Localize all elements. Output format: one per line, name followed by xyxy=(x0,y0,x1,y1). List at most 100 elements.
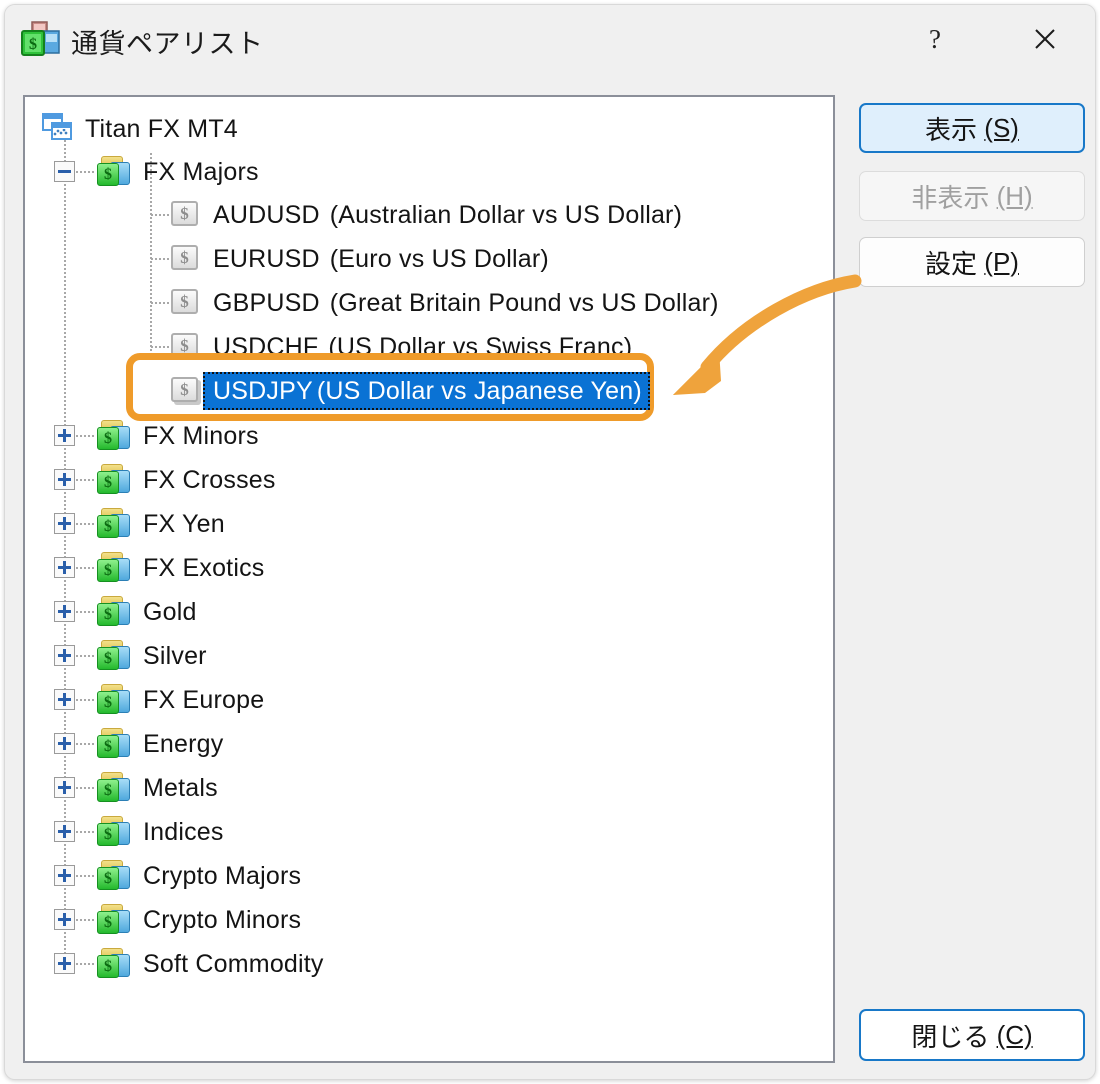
hide-button-label: 非表示 xyxy=(911,182,990,213)
tree-node-label: FX Exotics xyxy=(143,553,265,582)
tree-node-label: FX Europe xyxy=(143,685,265,714)
tree-guide-line xyxy=(151,302,169,304)
tree-item-gbpusd[interactable]: $ GBPUSD (Great Britain Pound vs US Doll… xyxy=(169,281,719,325)
tree-guide-line xyxy=(76,435,94,437)
expander-silver[interactable] xyxy=(54,645,75,666)
tree-guide-line xyxy=(64,137,66,969)
expander-fx-exotics[interactable] xyxy=(54,557,75,578)
tree-guide-line xyxy=(76,567,94,569)
tree-node-crypto-majors[interactable]: $ Crypto Majors xyxy=(95,854,301,898)
hide-button[interactable]: 非表示 (H) xyxy=(859,171,1085,221)
selected-symbol-row[interactable]: USDJPY (US Dollar vs Japanese Yen) xyxy=(203,372,650,410)
tree-node-metals[interactable]: $ Metals xyxy=(95,766,218,810)
tree-item-eurusd[interactable]: $ EURUSD (Euro vs US Dollar) xyxy=(169,237,549,281)
close-icon xyxy=(1035,29,1055,49)
folder-money-icon: $ xyxy=(95,596,133,628)
tree-guide-line xyxy=(76,875,94,877)
tree-node-soft-commodity[interactable]: $ Soft Commodity xyxy=(95,942,324,986)
tree-node-gold[interactable]: $ Gold xyxy=(95,590,197,634)
svg-text:$: $ xyxy=(29,36,37,53)
expander-soft-commodity[interactable] xyxy=(54,953,75,974)
symbol-code: EURUSD xyxy=(213,244,320,273)
settings-button-label: 設定 xyxy=(925,248,978,279)
close-dialog-label: 閉じる xyxy=(911,1021,990,1052)
tree-node-label: Metals xyxy=(143,773,218,802)
show-button-accel: (S) xyxy=(984,112,1019,143)
folder-money-icon: $ xyxy=(95,948,133,980)
tree-node-fx-yen[interactable]: $ FX Yen xyxy=(95,502,225,546)
folder-money-icon: $ xyxy=(95,640,133,672)
tree-node-label: Crypto Majors xyxy=(143,861,302,890)
tree-node-label: FX Minors xyxy=(143,421,259,450)
folder-money-icon: $ xyxy=(95,552,133,584)
tree-node-fx-europe[interactable]: $ FX Europe xyxy=(95,678,264,722)
symbol-description: (Australian Dollar vs US Dollar) xyxy=(329,200,683,229)
tree-node-label: Soft Commodity xyxy=(143,949,324,978)
expander-fx-minors[interactable] xyxy=(54,425,75,446)
tree-guide-line xyxy=(76,171,94,173)
expander-fx-majors[interactable] xyxy=(54,161,75,182)
window-title: 通貨ペアリスト xyxy=(71,29,264,59)
currency-pair-list-dialog: $ 通貨ペアリスト ? Titan FX MT4 $ FX Majors $ A… xyxy=(4,4,1096,1080)
chart-windows-icon xyxy=(41,113,75,145)
expander-crypto-minors[interactable] xyxy=(54,909,75,930)
tree-node-label: FX Yen xyxy=(143,509,225,538)
tree-guide-line xyxy=(76,963,94,965)
tree-guide-line xyxy=(76,699,94,701)
tree-node-label: FX Crosses xyxy=(143,465,276,494)
tree-guide-line xyxy=(76,743,94,745)
tree-node-fx-majors[interactable]: $ FX Majors xyxy=(95,150,259,194)
folder-money-icon: $ xyxy=(95,728,133,760)
expander-metals[interactable] xyxy=(54,777,75,798)
tree-guide-line xyxy=(76,655,94,657)
tree-node-energy[interactable]: $ Energy xyxy=(95,722,223,766)
expander-crypto-majors[interactable] xyxy=(54,865,75,886)
tree-guide-line xyxy=(76,611,94,613)
symbol-code: USDJPY xyxy=(213,376,313,405)
show-button-label: 表示 xyxy=(925,114,978,145)
close-dialog-accel: (C) xyxy=(996,1019,1033,1050)
tree-node-label: Energy xyxy=(143,729,224,758)
tree-node-root[interactable]: Titan FX MT4 xyxy=(41,107,238,151)
show-button[interactable]: 表示 (S) xyxy=(859,103,1085,153)
expander-fx-europe[interactable] xyxy=(54,689,75,710)
help-label: ? xyxy=(929,23,941,54)
close-dialog-button[interactable]: 閉じる (C) xyxy=(859,1009,1085,1061)
title-bar: $ 通貨ペアリスト ? xyxy=(5,5,1095,79)
tree-node-label: Indices xyxy=(143,817,224,846)
symbol-description: (Euro vs US Dollar) xyxy=(329,244,549,273)
tree-node-fx-exotics[interactable]: $ FX Exotics xyxy=(95,546,264,590)
tree-item-audusd[interactable]: $ AUDUSD (Australian Dollar vs US Dollar… xyxy=(169,193,682,237)
folder-money-icon: $ xyxy=(95,772,133,804)
tree-guide-line xyxy=(76,831,94,833)
expander-fx-crosses[interactable] xyxy=(54,469,75,490)
symbol-code: AUDUSD xyxy=(213,200,320,229)
symbol-tree-panel[interactable]: Titan FX MT4 $ FX Majors $ AUDUSD (Austr… xyxy=(23,95,835,1063)
expander-fx-yen[interactable] xyxy=(54,513,75,534)
tree-node-fx-crosses[interactable]: $ FX Crosses xyxy=(95,458,276,502)
folder-money-icon: $ xyxy=(95,156,133,188)
symbol-description: (US Dollar vs Japanese Yen) xyxy=(316,376,642,405)
expander-energy[interactable] xyxy=(54,733,75,754)
tree-node-silver[interactable]: $ Silver xyxy=(95,634,207,678)
tree-guide-line xyxy=(151,214,169,216)
tree-node-crypto-minors[interactable]: $ Crypto Minors xyxy=(95,898,301,942)
tree-item-usdjpy[interactable]: $ USDJPY (US Dollar vs Japanese Yen) xyxy=(169,369,650,413)
settings-button[interactable]: 設定 (P) xyxy=(859,237,1085,287)
tree-guide-line xyxy=(76,919,94,921)
symbol-tree: Titan FX MT4 $ FX Majors $ AUDUSD (Austr… xyxy=(25,97,833,1061)
tree-guide-line xyxy=(76,787,94,789)
close-button[interactable] xyxy=(1021,15,1069,63)
tree-node-label: Silver xyxy=(143,641,207,670)
help-button[interactable]: ? xyxy=(911,15,959,63)
banknote-icon: $ xyxy=(169,376,203,406)
folder-money-icon: $ xyxy=(95,904,133,936)
tree-node-label: Titan FX MT4 xyxy=(85,114,238,143)
money-bag-icon: $ xyxy=(18,19,62,61)
expander-indices[interactable] xyxy=(54,821,75,842)
banknote-icon: $ xyxy=(169,288,203,318)
folder-money-icon: $ xyxy=(95,816,133,848)
expander-gold[interactable] xyxy=(54,601,75,622)
tree-node-indices[interactable]: $ Indices xyxy=(95,810,224,854)
tree-guide-line xyxy=(76,523,94,525)
